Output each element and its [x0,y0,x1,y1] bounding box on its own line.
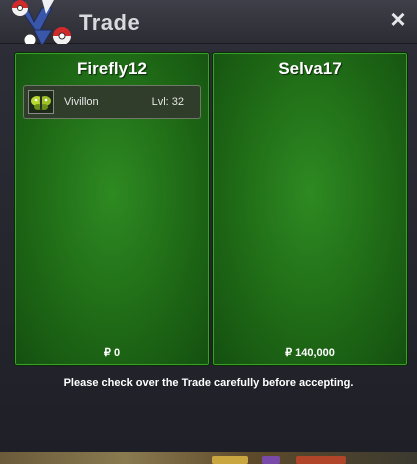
item-name: Vivillon [64,96,99,108]
trade-item-slot[interactable]: Vivillon Lvl: 32 [23,85,201,119]
trader-name-left: Firefly12 [77,59,147,78]
trader-name-right: Selva17 [278,59,342,78]
close-icon[interactable]: × [385,6,411,32]
item-level: Lvl: 32 [151,96,184,108]
trade-window: Trade × Firefly12 Vivillon Lvl: 32 ₽ 0 S… [0,0,417,464]
game-background [0,452,417,464]
pokeball-logo-icon [12,0,71,48]
money-left: ₽ 0 [103,347,121,359]
window-title: Trade [79,10,141,35]
window-titlebar[interactable]: Trade × [0,0,417,48]
trade-body: Firefly12 Vivillon Lvl: 32 ₽ 0 Selva17 ₽… [0,44,417,452]
money-right: ₽ 140,000 [285,347,335,359]
trade-panel-left: Firefly12 Vivillon Lvl: 32 ₽ 0 [14,52,210,366]
trade-notice: Please check over the Trade carefully be… [63,377,354,389]
vivillon-icon [28,90,54,114]
trade-panel-right: Selva17 ₽ 140,000 [212,52,408,366]
